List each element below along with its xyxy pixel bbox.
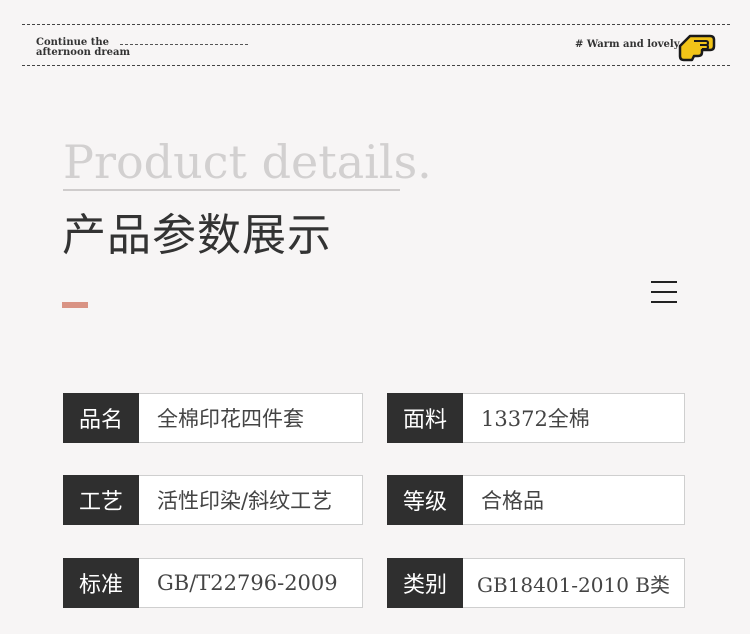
spec-row-grade: 等级 合格品 [387, 475, 685, 525]
menu-line [651, 301, 677, 303]
spec-row-product-name: 品名 全棉印花四件套 [63, 393, 363, 443]
menu-line [651, 291, 677, 293]
title-chinese: 产品参数展示 [62, 210, 332, 261]
tagline-divider [120, 44, 248, 45]
tagline-right: # Warm and lovely [575, 39, 680, 50]
spec-row-standard: 标准 GB/T22796-2009 [63, 558, 363, 608]
menu-line [651, 281, 677, 283]
tagline-left: Continue the afternoon dream [36, 38, 130, 58]
spec-row-fabric: 面料 13372全棉 [387, 393, 685, 443]
spec-label: 等级 [387, 475, 463, 525]
spec-label: 品名 [63, 393, 139, 443]
spec-value: 全棉印花四件套 [157, 407, 304, 431]
title-english: Product details. [63, 135, 432, 189]
spec-label: 类别 [387, 558, 463, 608]
accent-bar [62, 302, 88, 308]
spec-value: GB18401-2010 B类 [477, 572, 671, 597]
tagline-left-line-2: afternoon dream [36, 47, 131, 58]
spec-value: 活性印染/斜纹工艺 [157, 489, 333, 513]
menu-icon[interactable] [651, 281, 677, 305]
title-underline [63, 189, 400, 191]
spec-label: 面料 [387, 393, 463, 443]
spec-value: GB/T22796-2009 [157, 571, 338, 595]
spec-value: 合格品 [481, 489, 544, 513]
hand-pointing-icon [678, 34, 716, 62]
spec-label: 标准 [63, 558, 139, 608]
spec-value: 13372全棉 [481, 407, 590, 431]
spec-row-category: 类别 GB18401-2010 B类 [387, 558, 685, 608]
spec-row-craft: 工艺 活性印染/斜纹工艺 [63, 475, 363, 525]
spec-label: 工艺 [63, 475, 139, 525]
